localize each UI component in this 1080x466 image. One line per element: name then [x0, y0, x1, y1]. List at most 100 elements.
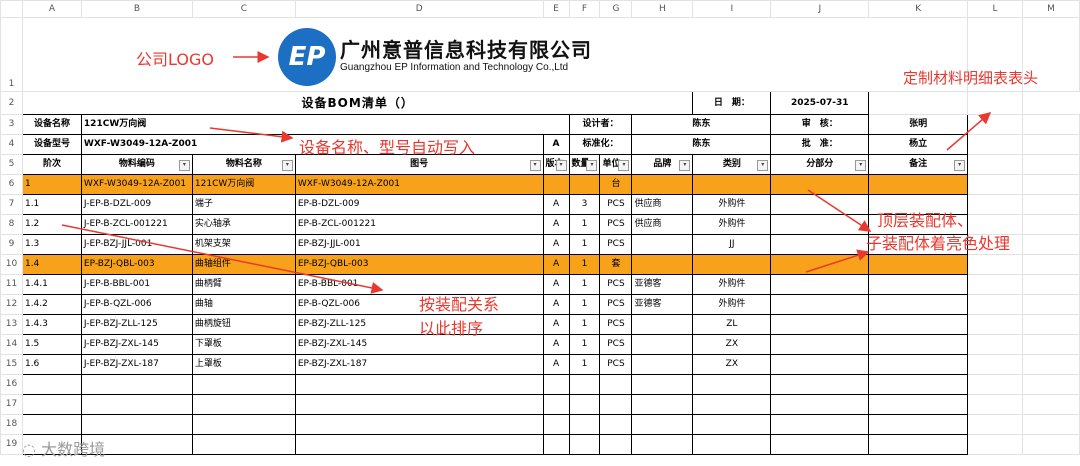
row-header[interactable]: 2 [0, 91, 23, 115]
cell[interactable] [191, 374, 296, 395]
cell-qty[interactable]: 1 [568, 234, 601, 255]
cell[interactable] [967, 334, 1023, 355]
cell[interactable] [967, 274, 1023, 295]
cell[interactable] [868, 414, 969, 435]
cell[interactable] [868, 394, 969, 415]
cell-rev[interactable]: A [542, 334, 570, 355]
designer-label[interactable]: 设计者： [568, 114, 633, 135]
cell[interactable] [692, 374, 772, 395]
cell[interactable] [967, 114, 1023, 135]
cell-code[interactable]: J-EP-BZJ-ZXL-187 [80, 354, 193, 375]
cell[interactable] [770, 374, 870, 395]
row-header[interactable]: 8 [0, 214, 23, 235]
cell-qty[interactable]: 3 [568, 194, 601, 215]
cell[interactable] [692, 434, 772, 455]
cell-part[interactable] [770, 334, 870, 355]
cell[interactable] [568, 434, 601, 455]
approve-value[interactable]: 杨立 [868, 134, 969, 155]
row-header[interactable]: 17 [0, 394, 23, 415]
cell-name[interactable]: 曲轴组件 [191, 254, 296, 275]
cell[interactable] [1021, 254, 1080, 275]
device-name-value[interactable]: 121CW万向阀 [80, 114, 570, 135]
cell-category[interactable]: JJ [692, 234, 772, 255]
cell-name[interactable]: 下罩板 [191, 334, 296, 355]
filter-dropdown-icon[interactable]: ▾ [529, 160, 541, 171]
cell[interactable] [21, 414, 82, 435]
filter-dropdown-icon[interactable]: ▾ [178, 160, 190, 171]
column-header[interactable]: G [599, 0, 633, 18]
row-header[interactable]: 1 [0, 17, 23, 92]
cell-rev[interactable]: A [542, 214, 570, 235]
cell[interactable] [568, 414, 601, 435]
header-category[interactable]: 类别 ▾ [692, 154, 772, 175]
cell-code[interactable]: J-EP-BZJ-JJL-001 [80, 234, 193, 255]
cell[interactable] [294, 394, 544, 415]
cell[interactable] [599, 434, 633, 455]
row-header[interactable]: 5 [0, 154, 23, 175]
filter-dropdown-icon[interactable]: ▾ [618, 160, 630, 171]
cell-level[interactable]: 1.2 [21, 214, 82, 235]
column-header[interactable]: B [80, 0, 193, 18]
cell[interactable] [967, 374, 1023, 395]
cell-category[interactable]: ZX [692, 334, 772, 355]
filter-dropdown-icon[interactable]: ▾ [555, 160, 567, 171]
cell[interactable] [967, 254, 1023, 275]
cell[interactable] [967, 194, 1023, 215]
cell[interactable] [542, 434, 570, 455]
cell[interactable] [967, 414, 1023, 435]
cell-level[interactable]: 1.3 [21, 234, 82, 255]
cell[interactable] [1021, 354, 1080, 375]
cell-unit[interactable]: PCS [599, 334, 633, 355]
cell-level[interactable]: 1.1 [21, 194, 82, 215]
cell-part[interactable] [770, 234, 870, 255]
cell[interactable] [1021, 314, 1080, 335]
header-qty[interactable]: 数量 ▾ [568, 154, 601, 175]
filter-dropdown-icon[interactable]: ▾ [954, 160, 966, 171]
cell-code[interactable]: J-EP-BZJ-ZXL-145 [80, 334, 193, 355]
cell-name[interactable]: 曲柄臂 [191, 274, 296, 295]
cell-rev[interactable]: A [542, 254, 570, 275]
cell-name[interactable]: 121CW万向阀 [191, 174, 296, 195]
cell[interactable] [599, 414, 633, 435]
cell-category[interactable] [692, 254, 772, 275]
standard-value[interactable]: 陈东 [631, 134, 772, 155]
cell[interactable] [967, 294, 1023, 315]
cell-qty[interactable]: 1 [568, 254, 601, 275]
cell[interactable] [631, 414, 694, 435]
cell-note[interactable] [868, 334, 969, 355]
column-header[interactable]: A [21, 0, 82, 18]
cell[interactable] [21, 374, 82, 395]
cell[interactable] [1021, 114, 1080, 135]
cell[interactable] [191, 434, 296, 455]
cell-part[interactable] [770, 174, 870, 195]
cell[interactable] [191, 414, 296, 435]
header-part[interactable]: 分部分 ▾ [770, 154, 870, 175]
cell-drawing[interactable]: EP-B-ZCL-001221 [294, 214, 544, 235]
cell-brand[interactable] [631, 334, 694, 355]
cell[interactable] [967, 91, 1023, 115]
cell[interactable] [1021, 214, 1080, 235]
filter-dropdown-icon[interactable]: ▾ [757, 160, 769, 171]
cell[interactable] [1021, 374, 1080, 395]
cell-part[interactable] [770, 274, 870, 295]
cell-category[interactable] [692, 174, 772, 195]
cell-part[interactable] [770, 314, 870, 335]
cell-category[interactable]: ZL [692, 314, 772, 335]
cell[interactable] [631, 394, 694, 415]
cell-brand[interactable]: 供应商 [631, 214, 694, 235]
cell-note[interactable] [868, 174, 969, 195]
column-header[interactable]: I [692, 0, 772, 18]
cell-level[interactable]: 1.4 [21, 254, 82, 275]
cell-unit[interactable]: PCS [599, 354, 633, 375]
select-all-corner[interactable] [0, 0, 23, 18]
row-header[interactable]: 7 [0, 194, 23, 215]
cell-rev[interactable]: A [542, 294, 570, 315]
approve-label[interactable]: 批 准： [770, 134, 870, 155]
row-header[interactable]: 4 [0, 134, 23, 155]
cell[interactable] [542, 394, 570, 415]
cell-qty[interactable]: 1 [568, 274, 601, 295]
cell-level[interactable]: 1.4.1 [21, 274, 82, 295]
cell-part[interactable] [770, 194, 870, 215]
cell-level[interactable]: 1.5 [21, 334, 82, 355]
cell[interactable] [1021, 434, 1080, 455]
